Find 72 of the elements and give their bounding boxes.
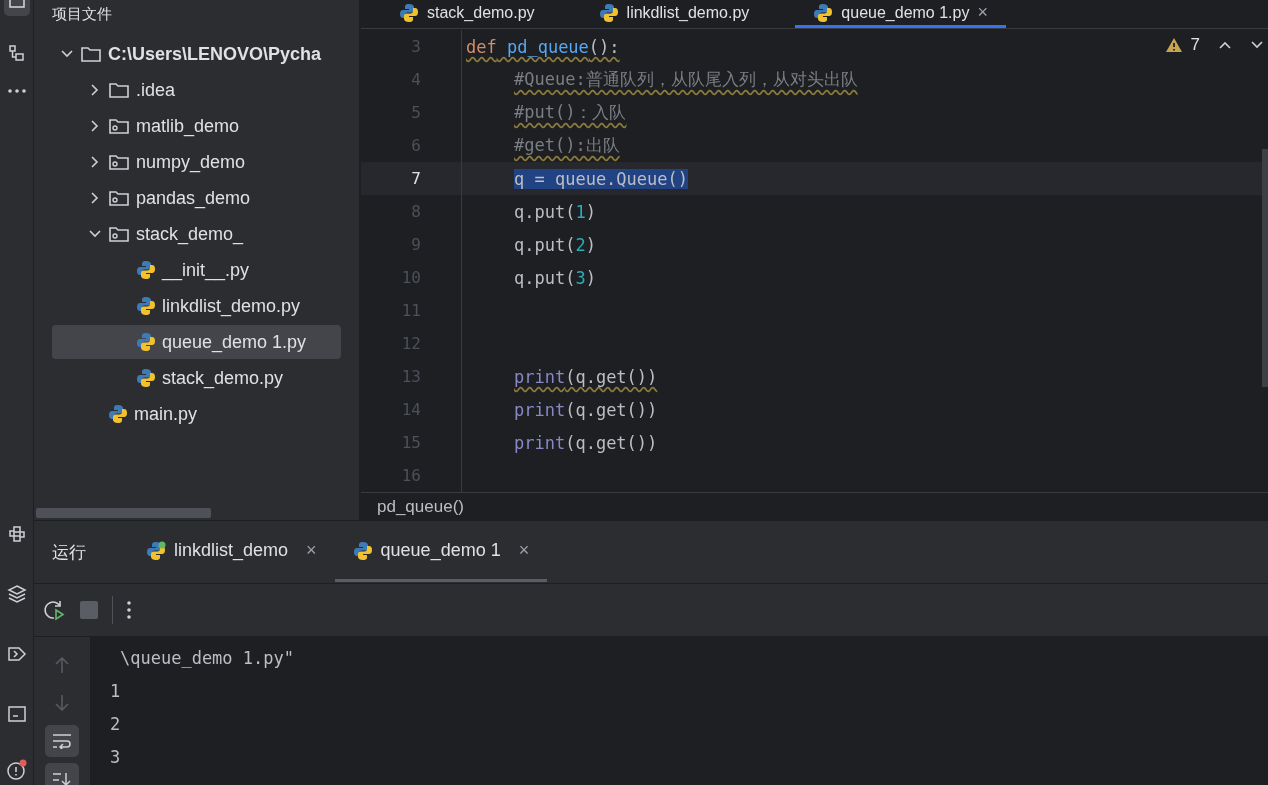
tree-item[interactable]: matlib_demo	[52, 109, 341, 143]
play-outline-icon	[6, 644, 27, 664]
tree-item[interactable]: numpy_demo	[52, 145, 341, 179]
python-icon	[136, 332, 156, 352]
wrap-icon	[52, 733, 72, 749]
python-icon	[598, 2, 619, 23]
problems-icon	[5, 759, 28, 781]
tree-item[interactable]: pandas_demo	[52, 181, 341, 215]
code-line: q.put(2)	[514, 234, 596, 255]
code-line: q.put(1)	[514, 201, 596, 222]
code-line: print(q.get())	[514, 432, 658, 453]
package-folder-icon	[108, 152, 130, 172]
editor-tab[interactable]: queue_demo 1.py ×	[795, 0, 1006, 28]
console-output: 1	[110, 680, 121, 701]
folder-icon	[108, 80, 130, 100]
tree-item[interactable]: stack_demo_	[52, 217, 341, 251]
code-line: q.put(3)	[514, 267, 596, 288]
close-icon[interactable]: ×	[518, 540, 530, 561]
python-icon	[108, 404, 128, 424]
arrow-up-icon	[55, 656, 69, 674]
console-output: 3	[110, 746, 121, 767]
console-output: \queue_demo 1.py"	[120, 647, 294, 668]
package-folder-icon	[108, 224, 130, 244]
package-folder-icon	[108, 116, 130, 136]
structure-icon	[7, 44, 26, 62]
panel-title: 运行	[52, 541, 86, 564]
python-icon	[399, 2, 419, 23]
folder-icon	[80, 44, 102, 64]
warning-count[interactable]: 7	[1190, 35, 1200, 55]
run-tab[interactable]: queue_demo 1 ×	[334, 522, 548, 582]
python-icon	[136, 260, 156, 280]
code-line: print(q.get())	[514, 366, 658, 387]
python-icon	[136, 296, 156, 316]
console-output: 2	[110, 713, 121, 734]
tree-item[interactable]: linkdlist_demo.py	[52, 289, 341, 323]
python-icon	[136, 368, 156, 388]
line-number: 7	[410, 169, 421, 188]
soft-wrap-button[interactable]	[45, 725, 79, 757]
package-folder-icon	[108, 188, 130, 208]
code-line: #put()：入队	[514, 101, 627, 124]
tree-item[interactable]: main.py	[52, 397, 341, 431]
tree-item[interactable]: stack_demo.py	[52, 361, 341, 395]
breadcrumb[interactable]: pd_queue()	[377, 496, 464, 517]
code-line: print(q.get())	[514, 399, 658, 420]
tree-item[interactable]: queue_demo 1.py	[52, 325, 341, 359]
arrow-down-icon	[55, 694, 69, 712]
panel-title: 项目文件	[52, 4, 112, 24]
tree-item[interactable]: __init__.py	[52, 253, 341, 287]
scrollbar[interactable]	[1262, 149, 1268, 387]
scroll-end-icon	[52, 772, 72, 785]
folder-icon	[8, 0, 25, 8]
rerun-icon[interactable]	[42, 598, 66, 622]
editor-tab[interactable]: linkdlist_demo.py	[580, 0, 768, 28]
code-line: #Queue:普通队列，从队尾入列，从对头出队	[514, 68, 858, 91]
more-icon[interactable]	[127, 601, 131, 619]
scrollbar[interactable]	[36, 508, 211, 518]
tree-item[interactable]: .idea	[52, 73, 341, 107]
python-icon	[146, 540, 166, 561]
code-line: def pd_queue():	[466, 36, 620, 57]
layers-icon	[6, 584, 27, 604]
more-icon	[7, 89, 26, 93]
run-tab[interactable]: linkdlist_demo ×	[128, 522, 335, 582]
code-line: #get():出队	[514, 134, 620, 157]
python-icon	[813, 2, 834, 23]
python-outline-icon	[6, 524, 27, 544]
close-icon[interactable]: ×	[977, 2, 988, 23]
python-icon	[352, 540, 373, 561]
editor-tab[interactable]: stack_demo.py	[381, 0, 553, 28]
close-icon[interactable]: ×	[306, 540, 317, 561]
terminal-icon	[6, 704, 27, 724]
tree-item[interactable]: C:\Users\LENOVO\Pycha	[52, 37, 341, 71]
warning-icon	[1164, 37, 1183, 53]
